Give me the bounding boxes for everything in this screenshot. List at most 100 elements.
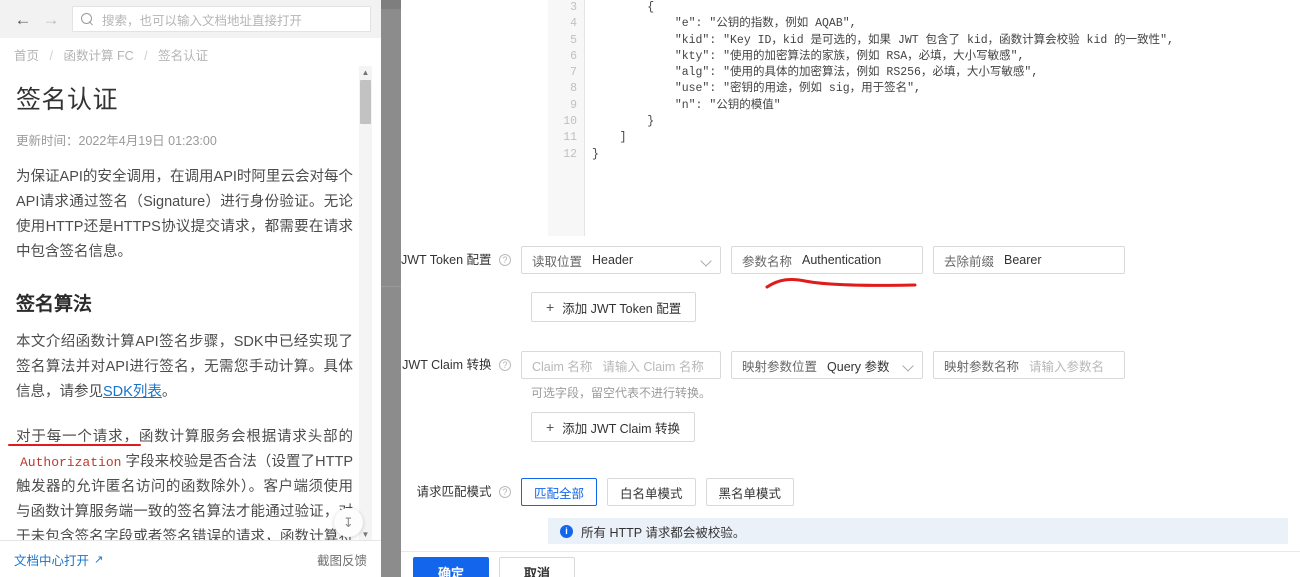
jwt-read-position-value: Header bbox=[592, 253, 634, 267]
info-circle-icon: i bbox=[560, 524, 573, 538]
request-match-mode-label: 请求匹配模式 ? bbox=[401, 478, 521, 506]
jwt-map-name-input[interactable]: 映射参数名称 请输入参数名 bbox=[933, 351, 1125, 379]
authorization-code-token: Authorization bbox=[20, 455, 122, 470]
arrow-left-icon[interactable]: ← bbox=[10, 6, 36, 32]
divider-seam bbox=[381, 286, 401, 287]
line-number: 8 bbox=[570, 82, 577, 96]
plus-icon: + bbox=[546, 419, 555, 435]
code-line: "e": "公钥的指数，例如 AQAB", bbox=[592, 17, 857, 31]
jwt-claim-name-placeholder: 请输入 Claim 名称 bbox=[602, 359, 704, 374]
paragraph-sdk-text: 本文介绍函数计算API签名步骤，SDK中已经实现了签名算法并对API进行签名，无… bbox=[16, 334, 353, 400]
breadcrumb: 首页 / 函数计算 FC / 签名认证 bbox=[14, 45, 208, 64]
question-circle-icon[interactable]: ? bbox=[499, 359, 511, 371]
panel-divider-overlay bbox=[381, 0, 401, 577]
scrollbar-thumb[interactable] bbox=[360, 80, 371, 124]
jwt-strip-prefix-value: Bearer bbox=[1004, 253, 1042, 267]
line-number: 5 bbox=[570, 33, 577, 47]
divider-cap bbox=[381, 0, 401, 9]
add-jwt-claim-label: 添加 JWT Claim 转换 bbox=[562, 421, 681, 436]
line-number: 10 bbox=[563, 115, 577, 129]
jwt-claim-transform-label: JWT Claim 转换 ? bbox=[401, 351, 521, 379]
info-banner-text: 所有 HTTP 请求都会被校验。 bbox=[581, 525, 746, 540]
match-mode-option-blacklist[interactable]: 黑名单模式 bbox=[705, 478, 795, 506]
paragraph-auth-lead: 对于每一个请求，函数计算服务会根据请求头部的 bbox=[16, 429, 353, 445]
info-banner: i 所有 HTTP 请求都会被校验。 bbox=[548, 518, 1288, 544]
code-line: ] bbox=[592, 131, 627, 145]
jwt-claim-transform-row: JWT Claim 转换 ? Claim 名称 请输入 Claim 名称 映射参… bbox=[401, 351, 1125, 379]
jwt-token-config-label: JWT Token 配置 ? bbox=[401, 246, 521, 274]
jwt-param-name-prefix: 参数名称 bbox=[742, 254, 793, 269]
breadcrumb-separator: / bbox=[144, 49, 148, 63]
line-number: 6 bbox=[570, 49, 577, 63]
jwt-map-position-value: Query 参数 bbox=[827, 359, 890, 374]
download-icon[interactable]: ↧ bbox=[334, 508, 363, 537]
code-line: } bbox=[592, 115, 655, 129]
doc-content: 签名认证 更新时间：2022年4月19日 01:23:00 为保证API的安全调… bbox=[0, 66, 381, 540]
code-line: { bbox=[592, 1, 655, 14]
match-mode-segmented-control: 匹配全部 白名单模式 黑名单模式 bbox=[521, 478, 804, 506]
breadcrumb-item-fc[interactable]: 函数计算 FC bbox=[63, 49, 133, 63]
line-number: 3 bbox=[570, 1, 577, 14]
screenshot-feedback-button[interactable]: 截图反馈 bbox=[317, 550, 367, 569]
jwt-map-name-prefix: 映射参数名称 bbox=[944, 359, 1020, 374]
jwt-param-name-input[interactable]: 参数名称 Authentication bbox=[731, 246, 923, 274]
section-heading: 签名算法 bbox=[16, 294, 93, 315]
search-icon bbox=[81, 12, 94, 26]
documentation-panel: ← → 搜索，也可以输入文档地址直接打开 首页 / 函数计算 FC / 签名认证… bbox=[0, 0, 381, 577]
footer-divider bbox=[401, 551, 1300, 552]
jwt-strip-prefix-input[interactable]: 去除前缀 Bearer bbox=[933, 246, 1125, 274]
code-line: "alg": "使用的具体的加密算法，例如 RS256，必填，大小写敏感", bbox=[592, 66, 1039, 80]
line-number: 7 bbox=[570, 66, 577, 80]
red-underline-authentication-annotation bbox=[765, 277, 917, 289]
paragraph-authorization: 对于每一个请求，函数计算服务会根据请求头部的 Authorization 字段来校… bbox=[16, 425, 353, 540]
question-circle-icon[interactable]: ? bbox=[499, 486, 511, 498]
doc-toolbar: ← → 搜索，也可以输入文档地址直接打开 bbox=[0, 0, 381, 38]
match-mode-option-all[interactable]: 匹配全部 bbox=[521, 478, 598, 506]
intro-paragraph: 为保证API的安全调用，在调用API时阿里云会对每个API请求通过签名（Sign… bbox=[16, 169, 353, 260]
breadcrumb-item-current: 签名认证 bbox=[158, 49, 209, 63]
doc-scrollbar[interactable]: ▲ ▼ bbox=[359, 66, 372, 540]
breadcrumb-item-home[interactable]: 首页 bbox=[14, 49, 39, 63]
code-line: "kid": "Key ID，kid 是可选的，如果 JWT 包含了 kid，函… bbox=[592, 33, 1174, 47]
paragraph-sdk: 本文介绍函数计算API签名步骤，SDK中已经实现了签名算法并对API进行签名，无… bbox=[16, 330, 353, 405]
add-jwt-token-config-row: + 添加 JWT Token 配置 bbox=[531, 292, 697, 322]
caret-up-icon[interactable]: ▲ bbox=[359, 66, 372, 78]
chevron-down-icon bbox=[902, 360, 914, 372]
question-circle-icon[interactable]: ? bbox=[499, 254, 512, 266]
code-viewer[interactable]: 3 4 5 6 7 8 9 10 11 12 { "e": "公钥的指数，例如 … bbox=[548, 0, 1300, 236]
line-number: 9 bbox=[570, 98, 577, 112]
jwt-read-position-prefix: 读取位置 bbox=[532, 254, 583, 269]
request-match-mode-label-text: 请求匹配模式 bbox=[416, 485, 492, 499]
add-jwt-token-config-label: 添加 JWT Token 配置 bbox=[562, 301, 682, 316]
arrow-right-icon[interactable]: → bbox=[38, 6, 64, 32]
add-jwt-claim-row: + 添加 JWT Claim 转换 bbox=[531, 412, 696, 442]
red-underline-authorization-annotation bbox=[8, 444, 141, 446]
jwt-claim-name-prefix: Claim 名称 bbox=[532, 359, 593, 374]
open-in-doc-center-label: 文档中心打开 bbox=[14, 553, 90, 568]
doc-content-scroll[interactable]: 签名认证 更新时间：2022年4月19日 01:23:00 为保证API的安全调… bbox=[0, 66, 381, 540]
jwt-token-config-row: JWT Token 配置 ? 读取位置 Header 参数名称 Authenti… bbox=[401, 246, 1125, 274]
search-input[interactable]: 搜索，也可以输入文档地址直接打开 bbox=[72, 6, 371, 32]
code-line-number-gutter: 3 4 5 6 7 8 9 10 11 12 bbox=[548, 0, 585, 236]
search-placeholder: 搜索，也可以输入文档地址直接打开 bbox=[102, 13, 303, 28]
jwt-claim-transform-label-text: JWT Claim 转换 bbox=[402, 358, 492, 372]
add-jwt-claim-button[interactable]: + 添加 JWT Claim 转换 bbox=[531, 412, 696, 442]
cancel-button[interactable]: 取消 bbox=[499, 557, 575, 577]
code-line: "use": "密钥的用途，例如 sig，用于签名", bbox=[592, 82, 921, 96]
jwt-map-name-placeholder: 请输入参数名 bbox=[1029, 359, 1105, 374]
jwt-claim-name-input[interactable]: Claim 名称 请输入 Claim 名称 bbox=[521, 351, 721, 379]
code-line: } bbox=[592, 147, 599, 161]
code-line: "n": "公钥的模值" bbox=[592, 98, 781, 112]
doc-footer: 文档中心打开 ↗ 截图反馈 bbox=[0, 540, 381, 577]
jwt-map-position-select[interactable]: 映射参数位置 Query 参数 bbox=[731, 351, 923, 379]
match-mode-option-whitelist[interactable]: 白名单模式 bbox=[607, 478, 696, 506]
open-in-doc-center-link[interactable]: 文档中心打开 ↗ bbox=[14, 550, 103, 569]
confirm-button[interactable]: 确定 bbox=[413, 557, 489, 577]
line-number: 12 bbox=[563, 147, 577, 161]
code-line: "kty": "使用的加密算法的家族，例如 RSA，必填，大小写敏感", bbox=[592, 49, 1025, 63]
jwt-claim-hint-row: 可选字段，留空代表不进行转换。 bbox=[531, 384, 711, 401]
code-text-area[interactable]: { "e": "公钥的指数，例如 AQAB", "kid": "Key ID，k… bbox=[586, 0, 1300, 236]
add-jwt-token-config-button[interactable]: + 添加 JWT Token 配置 bbox=[531, 292, 697, 322]
jwt-read-position-select[interactable]: 读取位置 Header bbox=[521, 246, 721, 274]
sdk-list-link[interactable]: SDK列表 bbox=[103, 384, 162, 400]
